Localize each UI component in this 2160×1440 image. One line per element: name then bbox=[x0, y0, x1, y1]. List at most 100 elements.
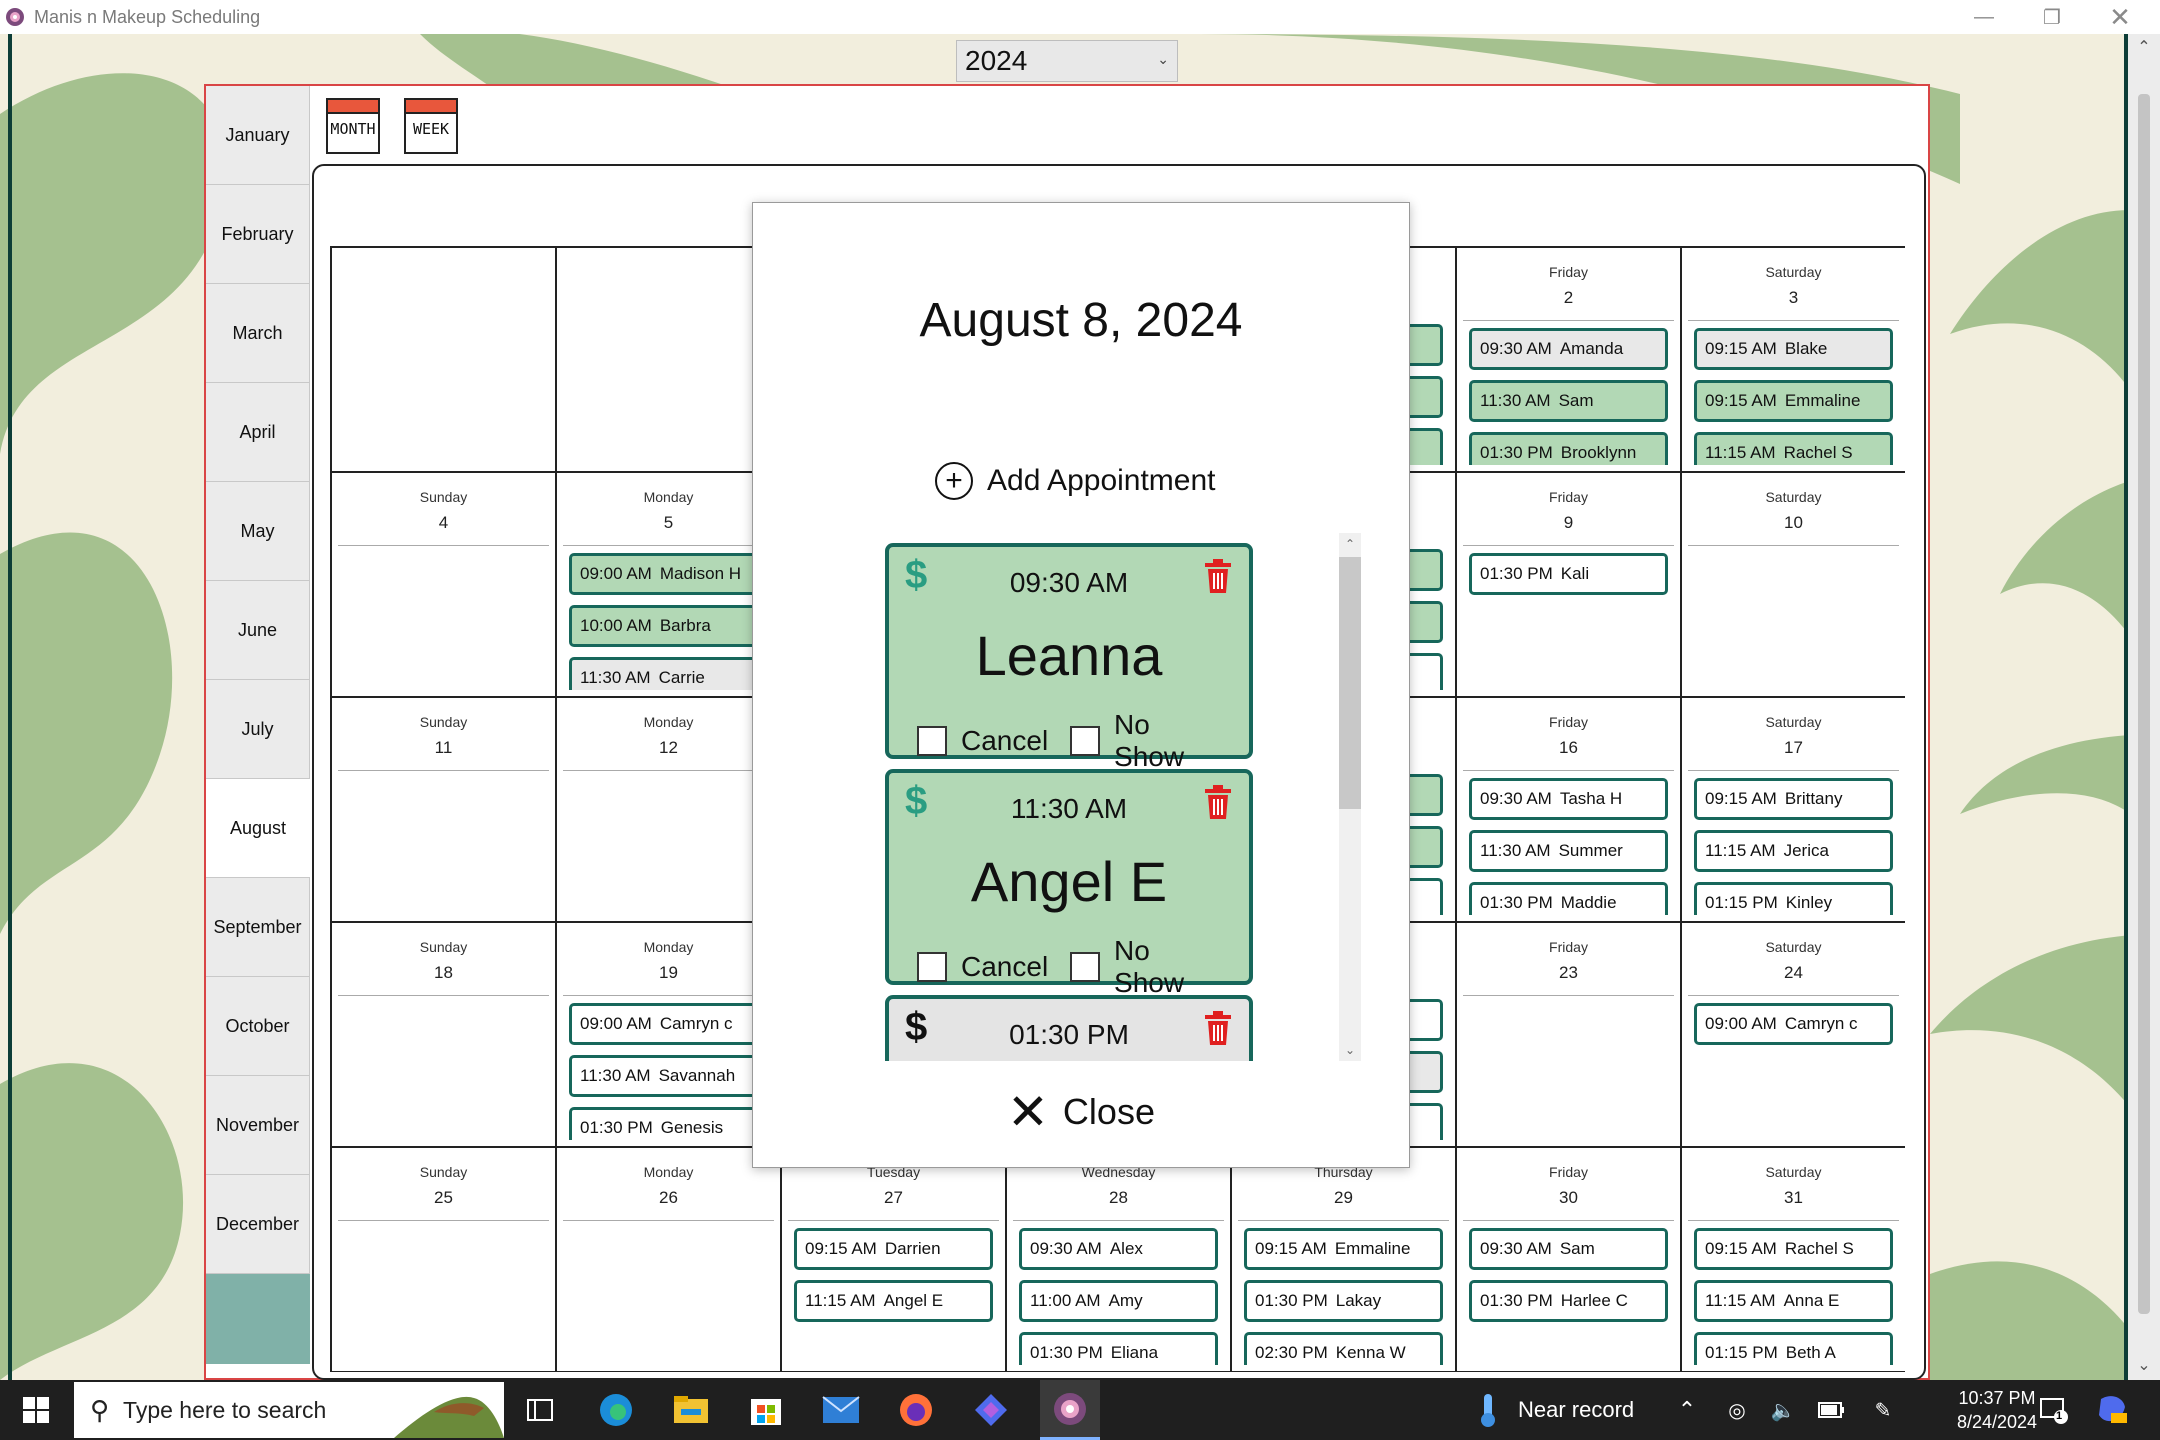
appointment-chip[interactable]: 11:15 AM Anna E bbox=[1694, 1280, 1893, 1322]
month-tab-april[interactable]: April bbox=[206, 383, 310, 482]
day-cell[interactable]: Saturday 17 09:15 AM Brittany 11:15 AM Jerica… bbox=[1682, 698, 1905, 923]
month-tab-november[interactable]: November bbox=[206, 1076, 310, 1175]
appointment-chip[interactable]: 01:30 PM Lakay bbox=[1244, 1280, 1443, 1322]
appointment-chip[interactable]: 09:15 AM Brittany bbox=[1694, 778, 1893, 820]
day-cell[interactable]: Friday 23 bbox=[1457, 923, 1682, 1148]
day-cell[interactable] bbox=[557, 248, 782, 473]
file-explorer-icon[interactable] bbox=[665, 1380, 717, 1440]
appointment-chip[interactable]: 11:30 AM Sam bbox=[1469, 380, 1668, 422]
appointment-chip[interactable]: 09:15 AM Blake bbox=[1694, 328, 1893, 370]
day-cell[interactable]: Saturday 3 09:15 AM Blake 09:15 AM Emmaline 11… bbox=[1682, 248, 1905, 473]
day-cell[interactable]: Friday 30 09:30 AM Sam 01:30 PM Harlee C bbox=[1457, 1148, 1682, 1371]
no-show-checkbox[interactable] bbox=[1070, 952, 1101, 982]
appointment-chip[interactable]: 11:15 AM Jerica bbox=[1694, 830, 1893, 872]
no-show-option[interactable]: No Show bbox=[1070, 935, 1227, 999]
add-appointment-button[interactable]: + Add Appointment bbox=[935, 459, 1216, 503]
day-cell[interactable]: Sunday 11 bbox=[332, 698, 557, 923]
appointment-chip[interactable]: 11:00 AM Amy bbox=[1019, 1280, 1218, 1322]
month-tab-july[interactable]: July bbox=[206, 680, 310, 779]
scroll-up-arrow-icon[interactable]: ⌃ bbox=[1339, 533, 1361, 555]
day-cell[interactable]: Friday 9 01:30 PM Kali bbox=[1457, 473, 1682, 698]
cancel-checkbox[interactable] bbox=[917, 726, 947, 756]
appointment-chip[interactable]: 09:15 AM Emmaline bbox=[1244, 1228, 1443, 1270]
appointment-chip[interactable]: 11:15 AM Rachel S bbox=[1694, 432, 1893, 465]
appointment-list-scrollbar[interactable]: ⌃ ⌄ bbox=[1339, 533, 1361, 1061]
day-cell[interactable]: Sunday 4 bbox=[332, 473, 557, 698]
appointment-chip[interactable]: 01:15 PM Kinley bbox=[1694, 882, 1893, 915]
month-tab-february[interactable]: February bbox=[206, 185, 310, 284]
appointment-chip[interactable]: 09:00 AM Camryn c bbox=[569, 1003, 768, 1045]
day-cell[interactable]: Friday 2 09:30 AM Amanda 11:30 AM Sam 01:30 PM… bbox=[1457, 248, 1682, 473]
appointment-chip[interactable]: 09:15 AM Rachel S bbox=[1694, 1228, 1893, 1270]
month-tab-january[interactable]: January bbox=[206, 86, 310, 185]
appointment-chip[interactable]: 02:30 PM Kenna W bbox=[1244, 1332, 1443, 1365]
appointment-chip[interactable]: 09:15 AM Emmaline bbox=[1694, 380, 1893, 422]
appointment-chip[interactable]: 11:15 AM Angel E bbox=[794, 1280, 993, 1322]
appointment-chip[interactable]: 09:00 AM Camryn c bbox=[1694, 1003, 1893, 1045]
month-tab-september[interactable]: September bbox=[206, 878, 310, 977]
appointment-card[interactable]: $01:30 PMCancelNo Show bbox=[885, 995, 1253, 1061]
appointment-chip[interactable]: 01:15 PM Beth A bbox=[1694, 1332, 1893, 1365]
appointment-chip[interactable]: 09:30 AM Alex bbox=[1019, 1228, 1218, 1270]
appointment-card[interactable]: $09:30 AM Leanna Cancel No Show bbox=[885, 543, 1253, 772]
notification-button[interactable]: 1 bbox=[2034, 1380, 2074, 1440]
start-button[interactable] bbox=[0, 1380, 72, 1440]
minimize-button[interactable]: — bbox=[1950, 0, 2018, 34]
no-show-checkbox[interactable] bbox=[1070, 726, 1101, 756]
edge-icon[interactable] bbox=[590, 1380, 642, 1440]
month-tab-may[interactable]: May bbox=[206, 482, 310, 581]
scheduler-app-icon[interactable] bbox=[1040, 1380, 1100, 1440]
day-cell[interactable]: Tuesday 27 09:15 AM Darrien 11:15 AM Angel E bbox=[782, 1148, 1007, 1371]
delete-trash-icon[interactable] bbox=[1205, 785, 1231, 819]
appointment-chip[interactable]: 09:30 AM Amanda bbox=[1469, 328, 1668, 370]
month-tab-october[interactable]: October bbox=[206, 977, 310, 1076]
appointment-chip[interactable]: 09:30 AM Sam bbox=[1469, 1228, 1668, 1270]
day-cell[interactable]: Wednesday 28 09:30 AM Alex 11:00 AM Amy 01:30 … bbox=[1007, 1148, 1232, 1371]
pen-icon[interactable]: ✎ bbox=[1868, 1380, 1898, 1440]
day-cell[interactable]: Sunday 18 bbox=[332, 923, 557, 1148]
firefox-icon[interactable] bbox=[890, 1380, 942, 1440]
chevron-up-icon[interactable]: ⌃ bbox=[1672, 1380, 1702, 1440]
appointment-chip[interactable]: 11:30 AM Summer bbox=[1469, 830, 1668, 872]
appointment-chip[interactable]: 01:30 PM Eliana bbox=[1019, 1332, 1218, 1365]
day-cell[interactable]: Thursday 29 09:15 AM Emmaline 01:30 PM Lakay 0… bbox=[1232, 1148, 1457, 1371]
day-cell[interactable]: Sunday 25 bbox=[332, 1148, 557, 1371]
restore-button[interactable]: ❐ bbox=[2018, 0, 2086, 34]
day-cell[interactable]: Monday 19 09:00 AM Camryn c 11:30 AM Savannah… bbox=[557, 923, 782, 1148]
delete-trash-icon[interactable] bbox=[1205, 559, 1231, 593]
store-icon[interactable] bbox=[740, 1380, 792, 1440]
delete-trash-icon[interactable] bbox=[1205, 1011, 1231, 1045]
copilot-icon[interactable] bbox=[965, 1380, 1017, 1440]
weather-widget[interactable]: Near record bbox=[1476, 1380, 1634, 1440]
day-cell[interactable]: Friday 16 09:30 AM Tasha H 11:30 AM Summer 01:… bbox=[1457, 698, 1682, 923]
window-scrollbar[interactable]: ⌃ ⌄ bbox=[2128, 34, 2160, 1380]
appointment-chip[interactable]: 01:30 PM Genesis bbox=[569, 1107, 768, 1140]
scrollbar-thumb[interactable] bbox=[1339, 557, 1361, 809]
cancel-checkbox[interactable] bbox=[917, 952, 947, 982]
appointment-chip[interactable]: 01:30 PM Harlee C bbox=[1469, 1280, 1668, 1322]
scroll-up-arrow-icon[interactable]: ⌃ bbox=[2128, 34, 2160, 62]
appointment-chip[interactable]: 09:00 AM Madison H bbox=[569, 553, 768, 595]
month-tab-march[interactable]: March bbox=[206, 284, 310, 383]
close-window-button[interactable]: ✕ bbox=[2086, 0, 2154, 34]
appointment-chip[interactable]: 01:30 PM Maddie bbox=[1469, 882, 1668, 915]
month-tab-december[interactable]: December bbox=[206, 1175, 310, 1274]
month-tab-june[interactable]: June bbox=[206, 581, 310, 680]
scrollbar-thumb[interactable] bbox=[2138, 94, 2150, 1314]
day-cell[interactable] bbox=[332, 248, 557, 473]
appointment-card[interactable]: $11:30 AM Angel E Cancel No Show bbox=[885, 769, 1253, 998]
day-cell[interactable]: Saturday 24 09:00 AM Camryn c bbox=[1682, 923, 1905, 1148]
appointment-chip[interactable]: 09:15 AM Darrien bbox=[794, 1228, 993, 1270]
scroll-down-arrow-icon[interactable]: ⌄ bbox=[1339, 1039, 1361, 1061]
day-cell[interactable]: Saturday 10 bbox=[1682, 473, 1905, 698]
appointment-chip[interactable]: 01:30 PM Brooklynn bbox=[1469, 432, 1668, 465]
scroll-down-arrow-icon[interactable]: ⌄ bbox=[2128, 1352, 2160, 1380]
appointment-chip[interactable]: 11:30 AM Carrie bbox=[569, 657, 768, 690]
year-dropdown[interactable]: 2024 ⌄ bbox=[956, 40, 1178, 82]
network-icon[interactable]: ◎ bbox=[1722, 1380, 1752, 1440]
battery-icon[interactable] bbox=[1816, 1380, 1846, 1440]
appointment-chip[interactable]: 11:30 AM Savannah bbox=[569, 1055, 768, 1097]
volume-icon[interactable]: 🔈 bbox=[1768, 1380, 1798, 1440]
day-cell[interactable]: Monday 5 09:00 AM Madison H 10:00 AM Barbra 11… bbox=[557, 473, 782, 698]
month-view-button[interactable]: MONTH bbox=[326, 98, 380, 154]
